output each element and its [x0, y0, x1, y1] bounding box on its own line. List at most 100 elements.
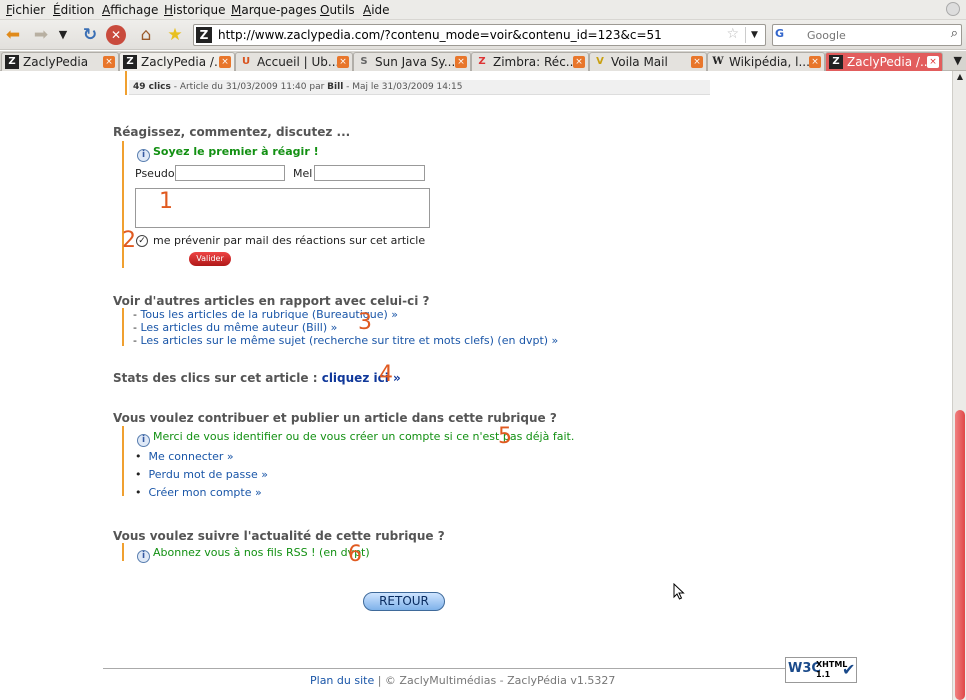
- notify-checkbox[interactable]: ✓: [136, 235, 148, 247]
- article-update: - Maj le 31/03/2009 14:15: [343, 82, 463, 92]
- annotation-6: 6: [348, 542, 362, 567]
- close-tab-icon[interactable]: ×: [219, 56, 231, 68]
- menu-bar: Fichier Édition Affichage Historique Mar…: [0, 0, 966, 20]
- close-tab-icon[interactable]: ×: [809, 56, 821, 68]
- tab-label: Voila Mail: [611, 55, 668, 69]
- accent-bar: [122, 543, 124, 561]
- react-first-message: Soyez le premier à réagir !: [153, 145, 319, 158]
- close-tab-icon[interactable]: ×: [691, 56, 703, 68]
- create-account-link[interactable]: Créer mon compte »: [149, 486, 262, 499]
- site-map-link[interactable]: Plan du site: [310, 674, 374, 687]
- home-button[interactable]: ⌂: [135, 24, 157, 46]
- forgot-password-link[interactable]: Perdu mot de passe »: [149, 468, 268, 481]
- stop-icon: ✕: [110, 28, 122, 42]
- article-author: Bill: [327, 82, 344, 92]
- click-count: 49 clics: [133, 82, 171, 92]
- related-link-author[interactable]: Les articles du même auteur (Bill) »: [140, 321, 337, 334]
- list-item: Créer mon compte »: [135, 486, 262, 499]
- tab-label: Sun Java Sy...: [375, 55, 455, 69]
- menu-historique[interactable]: Historique: [164, 3, 226, 17]
- window-control-button[interactable]: [946, 2, 960, 16]
- reload-button[interactable]: ↻: [79, 24, 101, 46]
- annotation-5: 5: [498, 424, 512, 449]
- url-text[interactable]: http://www.zaclypedia.com/?contenu_mode=…: [218, 28, 662, 42]
- info-icon: i: [137, 550, 150, 563]
- tab[interactable]: Z ZaclyPedia ×: [1, 52, 119, 71]
- menu-outils[interactable]: Outils: [320, 3, 355, 17]
- tab-label: ZaclyPedia /...: [847, 55, 927, 69]
- tab[interactable]: S Sun Java Sy... ×: [353, 52, 471, 71]
- email-field[interactable]: [314, 165, 425, 181]
- contribute-section-title: Vous voulez contribuer et publier un art…: [113, 411, 557, 425]
- related-link-subject[interactable]: Les articles sur le même sujet (recherch…: [140, 334, 558, 347]
- close-tab-icon[interactable]: ×: [927, 56, 939, 68]
- menu-affichage[interactable]: Affichage: [102, 3, 158, 17]
- pseudo-field[interactable]: [175, 165, 285, 181]
- arrow-right-icon: ➡: [33, 25, 49, 45]
- tab[interactable]: U Accueil | Ub... ×: [235, 52, 353, 71]
- menu-aide[interactable]: Aide: [363, 3, 390, 17]
- search-box: G ⌕: [772, 24, 962, 46]
- wikipedia-favicon-icon: W: [712, 56, 724, 67]
- tab-list-dropdown-icon[interactable]: ▼: [954, 54, 962, 67]
- login-link[interactable]: Me connecter »: [149, 450, 234, 463]
- close-tab-icon[interactable]: ×: [573, 56, 585, 68]
- article-meta: 49 clics - Article du 31/03/2009 11:40 p…: [129, 80, 710, 95]
- url-bar[interactable]: Z http://www.zaclypedia.com/?contenu_mod…: [193, 24, 766, 46]
- footer: Plan du site | © ZaclyMultimédias - Zacl…: [310, 674, 615, 687]
- related-section-title: Voir d'autres articles en rapport avec c…: [113, 294, 430, 308]
- zaclypedia-favicon-icon: Z: [5, 55, 19, 69]
- stats-section: Stats des clics sur cet article : clique…: [113, 371, 401, 385]
- comment-textarea[interactable]: [135, 188, 430, 228]
- accent-bar: [122, 426, 124, 496]
- tab[interactable]: V Voila Mail ×: [589, 52, 707, 71]
- tab[interactable]: Z ZaclyPedia /... ×: [119, 52, 235, 71]
- annotation-4: 4: [379, 362, 393, 387]
- react-section-title: Réagissez, commentez, discutez ...: [113, 125, 351, 139]
- back-button[interactable]: ⬅: [2, 24, 24, 46]
- forward-button[interactable]: ➡: [30, 24, 52, 46]
- follow-info: i Abonnez vous à nos fils RSS ! (en dvpt): [137, 546, 370, 563]
- zaclypedia-favicon-icon: Z: [829, 55, 843, 69]
- zaclypedia-favicon-icon: Z: [123, 55, 137, 69]
- tab-current[interactable]: Z ZaclyPedia /... ×: [825, 52, 943, 71]
- menu-fichier[interactable]: Fichier: [6, 3, 45, 17]
- bookmark-button[interactable]: ★: [164, 24, 186, 46]
- close-tab-icon[interactable]: ×: [455, 56, 467, 68]
- navigation-toolbar: ⬅ ➡ ▼ ↻ ✕ ⌂ ★ Z http://www.zaclypedia.co…: [0, 20, 966, 50]
- related-link-row: - Les articles du même auteur (Bill) »: [133, 321, 338, 334]
- rss-link[interactable]: Abonnez vous à nos fils RSS ! (en dvpt): [153, 546, 370, 559]
- url-dropdown-button[interactable]: ▼: [745, 27, 763, 43]
- menu-marque-pages[interactable]: Marque-pages: [231, 3, 317, 17]
- follow-section-title: Vous voulez suivre l'actualité de cette …: [113, 529, 445, 543]
- tab[interactable]: W Wikipédia, l... ×: [707, 52, 825, 71]
- history-dropdown-button[interactable]: ▼: [55, 24, 71, 46]
- tab[interactable]: Z Zimbra: Réc... ×: [471, 52, 589, 71]
- search-input[interactable]: [807, 27, 937, 43]
- w3c-xhtml-badge[interactable]: W3C XHTML 1.1 ✔: [785, 657, 857, 683]
- tab-label: Wikipédia, l...: [729, 55, 809, 69]
- reload-icon: ↻: [82, 25, 98, 45]
- scrollbar-thumb[interactable]: [955, 410, 965, 700]
- retour-button[interactable]: RETOUR: [363, 592, 445, 611]
- scroll-up-icon[interactable]: ▲: [954, 71, 966, 83]
- menu-edition[interactable]: Édition: [53, 3, 95, 17]
- info-icon: i: [137, 434, 150, 447]
- annotation-2: 2: [122, 228, 136, 253]
- close-tab-icon[interactable]: ×: [337, 56, 349, 68]
- tab-bar: Z ZaclyPedia × Z ZaclyPedia /... × U Acc…: [0, 51, 966, 71]
- accent-bar: [125, 71, 127, 95]
- tab-label: ZaclyPedia /...: [141, 55, 219, 69]
- list-item: Perdu mot de passe »: [135, 468, 268, 481]
- search-engine-selector[interactable]: G: [775, 27, 803, 43]
- stop-button[interactable]: ✕: [106, 25, 126, 45]
- search-icon[interactable]: ⌕: [951, 26, 958, 41]
- close-tab-icon[interactable]: ×: [103, 56, 115, 68]
- sun-favicon-icon: S: [360, 56, 368, 67]
- submit-button[interactable]: Valider: [189, 252, 231, 266]
- footer-copyright: | © ZaclyMultimédias - ZaclyPédia v1.532…: [374, 674, 616, 687]
- ubuntu-favicon-icon: U: [241, 56, 251, 67]
- vertical-scrollbar[interactable]: ▲: [952, 71, 966, 700]
- bookmark-star-icon[interactable]: ☆: [726, 26, 739, 42]
- voila-favicon-icon: V: [596, 56, 604, 67]
